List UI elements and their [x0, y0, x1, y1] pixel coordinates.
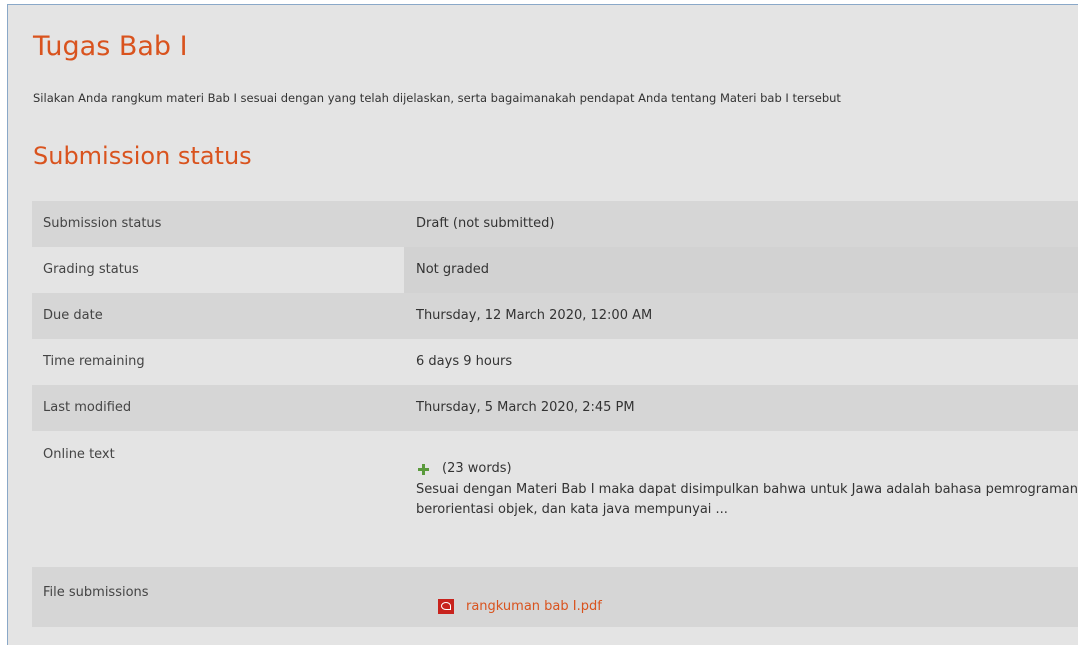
word-count: (23 words)	[442, 461, 512, 476]
row-value: Thursday, 12 March 2020, 12:00 AM	[416, 308, 653, 323]
row-value: 6 days 9 hours	[416, 354, 513, 369]
row-value: Draft (not submitted)	[416, 216, 555, 231]
row-label: Submission status	[43, 216, 162, 231]
submission-status-table: Submission status Draft (not submitted) …	[32, 201, 1078, 627]
table-row-time-remaining: Time remaining 6 days 9 hours	[32, 339, 1078, 385]
table-row-grading-status: Grading status Not graded	[32, 247, 1078, 293]
row-label: File submissions	[43, 585, 149, 600]
row-label: Due date	[43, 308, 103, 323]
assignment-panel: Tugas Bab I Silakan Anda rangkum materi …	[7, 4, 1078, 645]
plus-icon[interactable]	[418, 463, 429, 475]
assignment-intro: Silakan Anda rangkum materi Bab I sesuai…	[33, 91, 841, 105]
table-row-due-date: Due date Thursday, 12 March 2020, 12:00 …	[32, 293, 1078, 339]
pdf-icon	[438, 599, 454, 614]
section-heading: Submission status	[33, 142, 252, 170]
file-link[interactable]: rangkuman bab I.pdf	[466, 599, 602, 614]
online-text-value: (23 words) Sesuai dengan Materi Bab I ma…	[404, 431, 1078, 567]
row-label: Grading status	[43, 262, 139, 277]
table-row-file-submissions: File submissions rangkuman bab I.pdf	[32, 567, 1078, 627]
table-row-submission-status: Submission status Draft (not submitted)	[32, 201, 1078, 247]
row-value: Thursday, 5 March 2020, 2:45 PM	[416, 400, 635, 415]
row-label: Last modified	[43, 400, 132, 415]
row-value: Not graded	[404, 247, 1078, 293]
file-submissions-value: rangkuman bab I.pdf	[404, 567, 1078, 627]
row-label: Time remaining	[43, 354, 145, 369]
online-text-excerpt: Sesuai dengan Materi Bab I maka dapat di…	[416, 482, 1078, 517]
assignment-title: Tugas Bab I	[33, 31, 188, 62]
row-label: Online text	[43, 447, 115, 462]
table-row-last-modified: Last modified Thursday, 5 March 2020, 2:…	[32, 385, 1078, 431]
table-row-online-text: Online text (23 words) Sesuai dengan Mat…	[32, 431, 1078, 567]
